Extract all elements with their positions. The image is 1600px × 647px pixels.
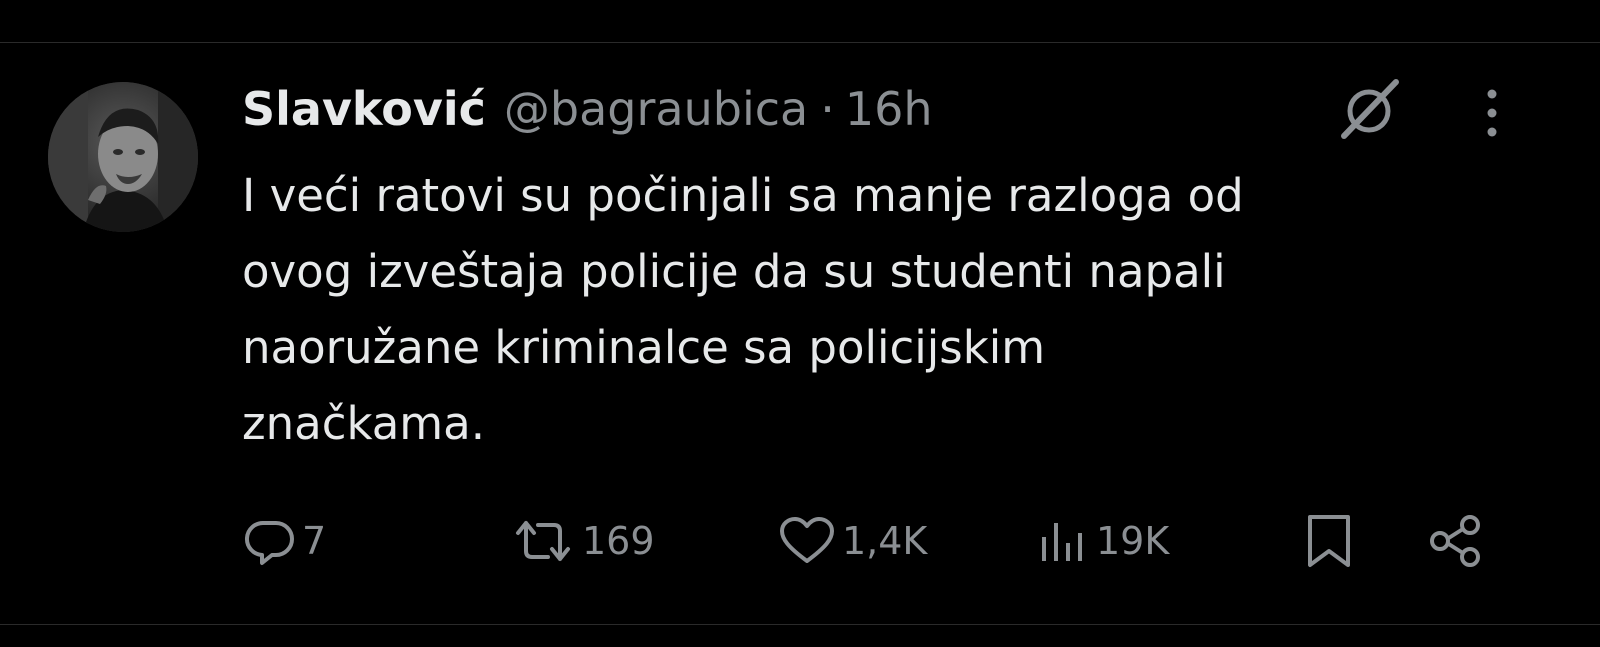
reply-count: 7 <box>302 519 327 563</box>
share-button[interactable] <box>1426 506 1484 576</box>
views-icon <box>1042 523 1082 561</box>
separator-dot: · <box>820 82 835 136</box>
author-name[interactable]: Slavković <box>242 78 486 140</box>
like-button[interactable]: 1,4K <box>778 506 927 576</box>
retweet-count: 169 <box>582 519 655 563</box>
top-divider <box>0 42 1600 43</box>
retweet-icon <box>516 521 570 561</box>
views-button[interactable]: 19K <box>1038 506 1169 576</box>
bookmark-button[interactable] <box>1304 506 1354 576</box>
heart-icon <box>780 517 834 563</box>
reply-icon <box>245 520 294 565</box>
share-icon <box>1430 515 1480 567</box>
retweet-button[interactable]: 169 <box>510 506 655 576</box>
bottom-divider <box>0 624 1600 625</box>
avatar-photo <box>48 82 198 232</box>
more-icon[interactable] <box>1480 86 1504 140</box>
grok-icon[interactable] <box>1336 76 1402 142</box>
avatar[interactable] <box>48 82 198 232</box>
reply-button[interactable]: 7 <box>244 506 326 576</box>
bookmark-icon <box>1308 515 1350 567</box>
views-count: 19K <box>1096 519 1170 563</box>
tweet-header: Slavković @bagraubica · 16h <box>242 78 933 140</box>
like-count: 1,4K <box>842 519 928 563</box>
tweet-actions: 7 169 1,4K 19K <box>0 506 1600 576</box>
author-handle[interactable]: @bagraubica <box>504 78 808 140</box>
timestamp[interactable]: 16h <box>845 78 933 140</box>
tweet-screenshot: Slavković @bagraubica · 16h I veći ratov… <box>0 0 1600 647</box>
tweet-text: I veći ratovi su počinjali sa manje razl… <box>242 169 1244 450</box>
